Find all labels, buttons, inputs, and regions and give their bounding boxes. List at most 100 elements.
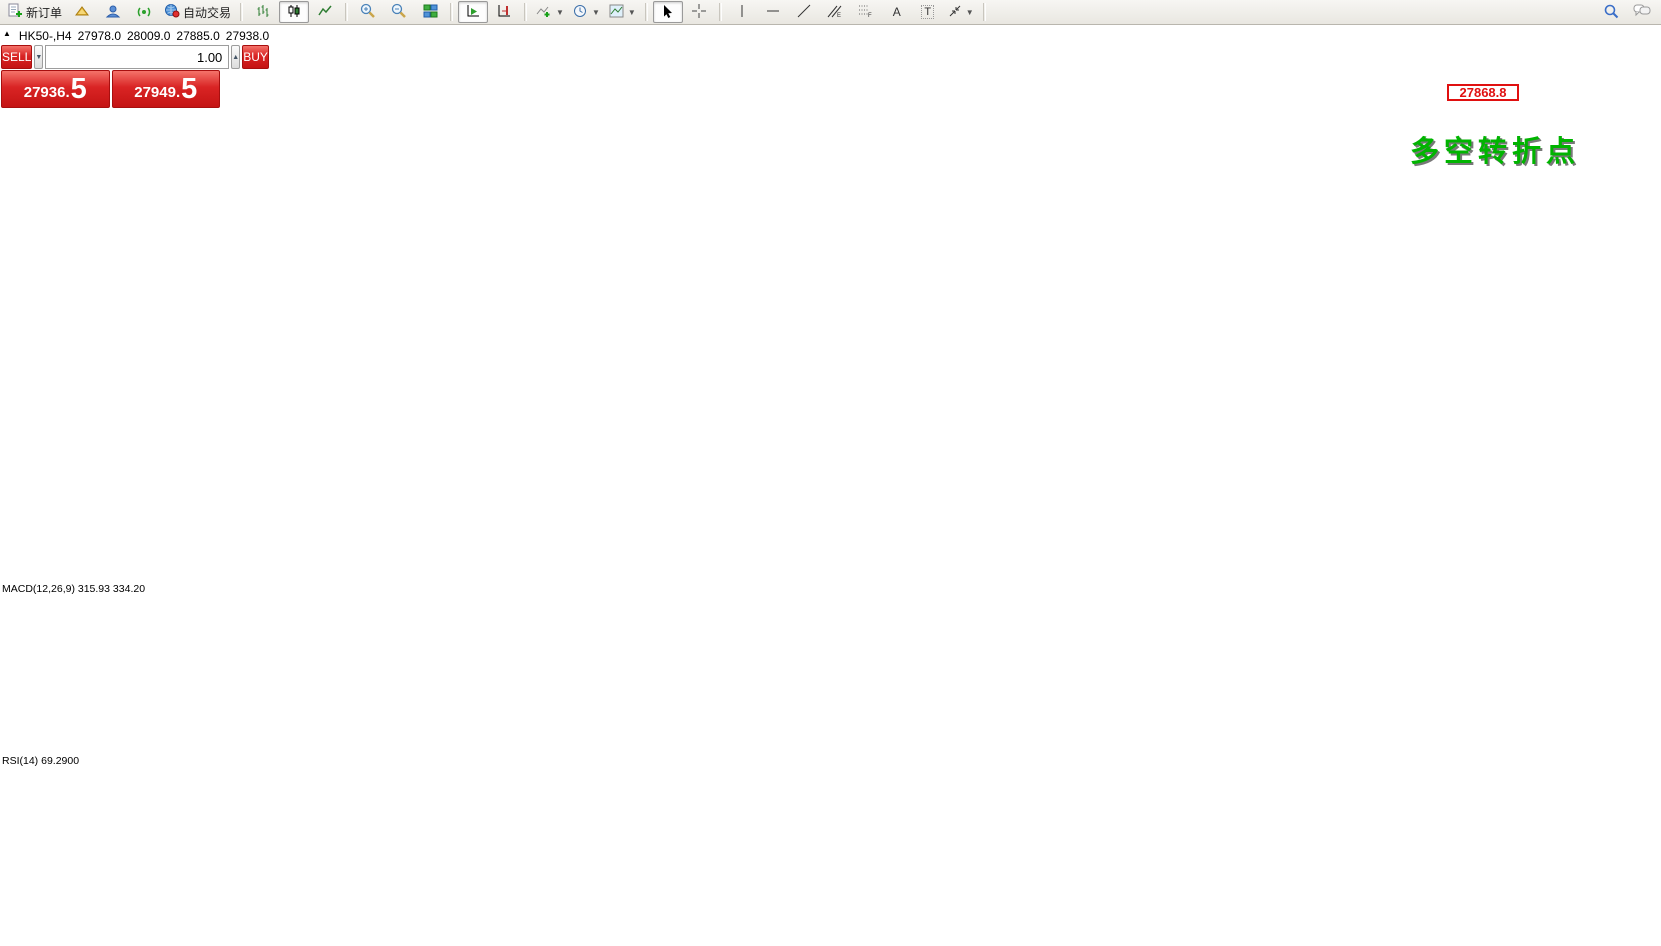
- horizontal-line-icon: [766, 5, 780, 19]
- crosshair-button[interactable]: [684, 1, 714, 23]
- toolbar-separator: [450, 3, 453, 21]
- signals-icon: [136, 4, 152, 21]
- market-button[interactable]: [67, 1, 97, 23]
- periods-button[interactable]: ▼: [569, 1, 604, 23]
- spinner-down-icon: ▼: [35, 54, 42, 61]
- channel-icon: E: [827, 4, 842, 21]
- toolbar-separator: [983, 3, 986, 21]
- buy-button[interactable]: BUY: [242, 45, 269, 69]
- volume-increase-button[interactable]: ▲: [231, 45, 240, 69]
- indicators-button[interactable]: ▼: [532, 1, 568, 23]
- templates-icon: [609, 4, 624, 21]
- annotation-text: 多空转折点: [1410, 128, 1580, 170]
- signals-button[interactable]: [129, 1, 159, 23]
- bar-chart-button[interactable]: [248, 1, 278, 23]
- autotrade-label: 自动交易: [183, 4, 231, 21]
- indicators-icon: [536, 4, 552, 21]
- chevron-down-icon: ▼: [592, 8, 600, 17]
- text-button[interactable]: A: [882, 1, 912, 23]
- text-label-button[interactable]: T: [913, 1, 943, 23]
- main-toolbar: 新订单 自动交易 ▼ ▼ ▼ E F A T ▼: [0, 0, 1661, 25]
- new-order-button[interactable]: 新订单: [4, 1, 66, 23]
- chart-title: ▲ HK50-,H4 27978.0 28009.0 27885.0 27938…: [3, 29, 269, 43]
- volume-decrease-button[interactable]: ▼: [34, 45, 43, 69]
- close-value: 27938.0: [226, 29, 269, 43]
- tile-windows-icon: [423, 4, 438, 21]
- channel-button[interactable]: E: [820, 1, 850, 23]
- chevron-down-icon: ▼: [966, 8, 974, 17]
- auto-scroll-icon: [466, 4, 481, 21]
- macd-label: MACD(12,26,9) 315.93 334.20: [2, 583, 145, 595]
- new-order-label: 新订单: [26, 4, 62, 21]
- zoom-in-button[interactable]: [353, 1, 383, 23]
- toolbar-separator: [645, 3, 648, 21]
- line-chart-icon: [318, 4, 333, 21]
- horizontal-line-button[interactable]: [758, 1, 788, 23]
- high-value: 28009.0: [127, 29, 170, 43]
- community-button[interactable]: [98, 1, 128, 23]
- text-label-icon: T: [921, 5, 934, 19]
- sell-price[interactable]: 27936.5: [1, 70, 110, 108]
- toolbar-separator: [719, 3, 722, 21]
- buy-price-main: 27949: [134, 82, 176, 104]
- templates-button[interactable]: ▼: [605, 1, 640, 23]
- vertical-line-button[interactable]: [727, 1, 757, 23]
- low-value: 27885.0: [176, 29, 219, 43]
- autotrade-button[interactable]: 自动交易: [160, 1, 235, 23]
- price-flag-label[interactable]: 27868.8: [1447, 84, 1519, 101]
- macd-signal-value: 334.20: [113, 583, 145, 595]
- zoom-out-button[interactable]: [384, 1, 414, 23]
- search-button[interactable]: [1596, 1, 1626, 23]
- cursor-button[interactable]: [653, 1, 683, 23]
- svg-text:F: F: [868, 13, 872, 18]
- new-order-icon: [8, 3, 23, 21]
- candlestick-icon: [287, 4, 302, 21]
- buy-price-sep: .: [176, 82, 180, 104]
- rsi-name: RSI(14): [2, 755, 38, 767]
- trendline-button[interactable]: [789, 1, 819, 23]
- arrows-button[interactable]: ▼: [944, 1, 978, 23]
- rsi-value: 69.2900: [41, 755, 79, 767]
- chat-button[interactable]: [1627, 1, 1657, 23]
- macd-value: 315.93: [78, 583, 110, 595]
- market-icon: [74, 4, 90, 21]
- chart-shift-icon: [497, 4, 512, 21]
- community-icon: [105, 4, 121, 21]
- periods-icon: [573, 4, 588, 21]
- zoom-in-icon: [360, 3, 376, 21]
- fibonacci-button[interactable]: F: [851, 1, 881, 23]
- symbol-period-label: HK50-,H4: [19, 29, 72, 43]
- autotrade-icon: [164, 3, 180, 21]
- macd-name: MACD(12,26,9): [2, 583, 75, 595]
- chart-shift-marker: ▲: [3, 29, 11, 43]
- sell-price-main: 27936: [24, 82, 66, 104]
- sell-button-label: SELL: [2, 50, 31, 64]
- volume-input[interactable]: [45, 45, 229, 69]
- auto-scroll-button[interactable]: [458, 1, 488, 23]
- toolbar-separator: [240, 3, 243, 21]
- arrows-icon: [948, 4, 962, 21]
- chevron-down-icon: ▼: [556, 8, 564, 17]
- zoom-out-icon: [391, 3, 407, 21]
- sell-price-sep: .: [65, 82, 69, 104]
- chart-shift-button[interactable]: [489, 1, 519, 23]
- fibonacci-icon: F: [858, 4, 873, 21]
- cursor-icon: [662, 4, 674, 21]
- sell-button[interactable]: SELL: [1, 45, 32, 69]
- trendline-icon: [797, 4, 811, 21]
- crosshair-icon: [692, 4, 706, 21]
- buy-button-label: BUY: [243, 50, 268, 64]
- open-value: 27978.0: [78, 29, 121, 43]
- buy-price[interactable]: 27949.5: [112, 70, 221, 108]
- chevron-down-icon: ▼: [628, 8, 636, 17]
- sell-price-pips: 5: [71, 75, 87, 104]
- svg-text:E: E: [837, 13, 841, 18]
- search-icon: [1603, 3, 1619, 22]
- tile-windows-button[interactable]: [415, 1, 445, 23]
- vertical-line-icon: [737, 4, 747, 21]
- text-icon: A: [893, 5, 901, 19]
- candlestick-button[interactable]: [279, 1, 309, 23]
- toolbar-separator: [524, 3, 527, 21]
- one-click-trading-panel: SELL ▼ ▲ BUY 27936.5 27949.5: [1, 45, 220, 108]
- line-chart-button[interactable]: [310, 1, 340, 23]
